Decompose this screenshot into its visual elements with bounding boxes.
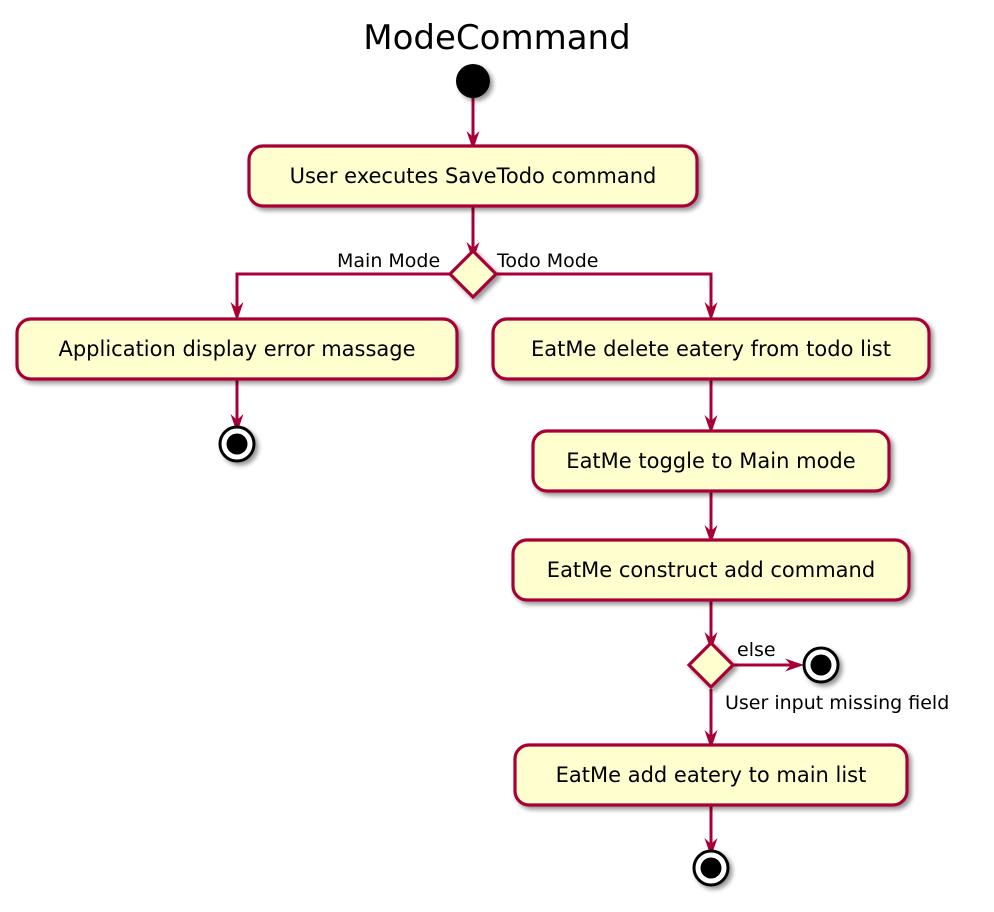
edge-decision-todo-mode xyxy=(496,272,713,311)
edge-label-missing-field: User input missing field xyxy=(725,692,950,714)
end-left-node xyxy=(218,425,256,463)
edge-label-todo-mode: Todo Mode xyxy=(497,250,599,272)
activity-save-todo-label: User executes SaveTodo command xyxy=(289,164,657,188)
activity-delete-eatery-label: EatMe delete eatery from todo list xyxy=(531,337,891,361)
start-node xyxy=(456,64,490,98)
diagram-title: ModeCommand xyxy=(363,18,631,58)
end-else-node xyxy=(802,646,840,684)
activity-construct-add-label: EatMe construct add command xyxy=(546,558,876,582)
activity-diagram-canvas: ModeCommand User executes SaveTodo comma… xyxy=(0,0,994,912)
edge-decision-main-mode xyxy=(235,272,450,311)
activity-toggle-main-label: EatMe toggle to Main mode xyxy=(566,449,856,473)
edge-label-main-mode: Main Mode xyxy=(337,250,441,272)
edge-label-else: else xyxy=(737,639,776,661)
activity-add-eatery-label: EatMe add eatery to main list xyxy=(555,763,867,787)
end-bottom-node xyxy=(692,849,730,887)
decision-mode-shape xyxy=(447,248,499,300)
decision-missing-field-shape xyxy=(686,640,736,690)
activity-error-message-label: Application display error massage xyxy=(58,337,416,361)
